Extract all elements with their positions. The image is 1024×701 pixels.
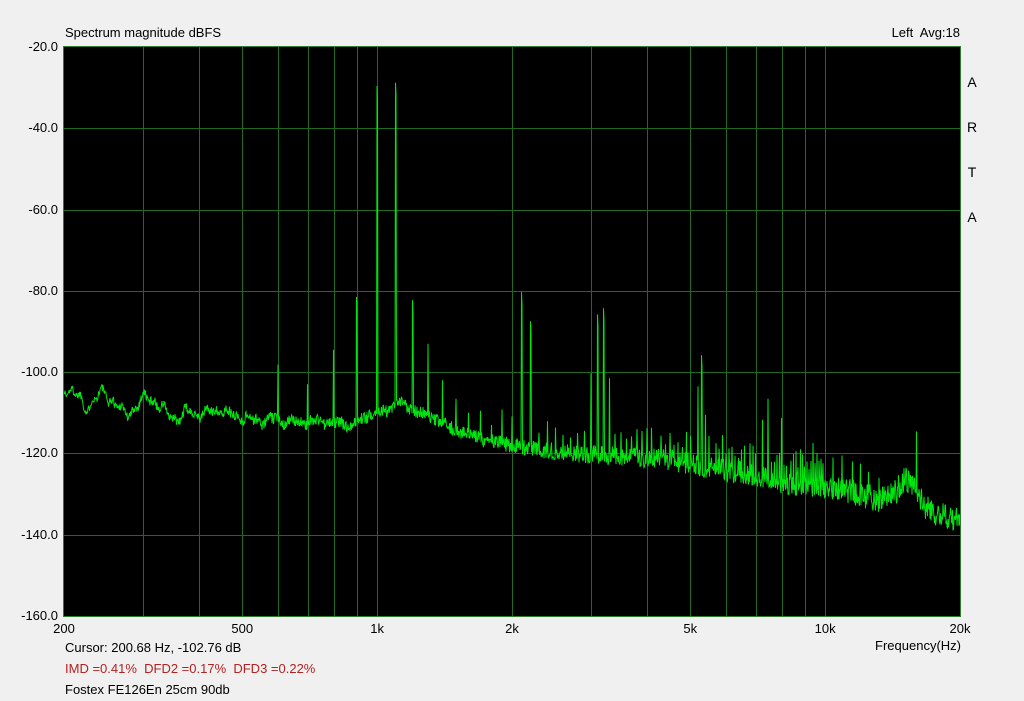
- y-tick-label: -120.0: [21, 445, 58, 461]
- arta-letter: A: [967, 209, 977, 225]
- y-tick-label: -160.0: [21, 608, 58, 623]
- cursor-readout: Cursor: 200.68 Hz, -102.76 dB: [65, 640, 242, 655]
- x-tick-label: 500: [231, 621, 254, 636]
- x-tick-label: 10k: [814, 621, 836, 636]
- y-tick-label: -100.0: [21, 364, 58, 380]
- y-tick-label: -140.0: [21, 526, 58, 542]
- y-tick-label: -80.0: [28, 282, 58, 298]
- arta-letter: R: [966, 119, 978, 135]
- x-tick-label: 1k: [370, 621, 384, 636]
- arta-letter: A: [967, 74, 977, 90]
- x-tick-label: 20k: [949, 621, 971, 636]
- plot-title: Spectrum magnitude dBFS: [65, 25, 222, 40]
- y-tick-label: -60.0: [28, 201, 58, 217]
- device-note: Fostex FE126En 25cm 90db: [65, 682, 230, 697]
- imd-distortion-readout: IMD =0.41% DFD2 =0.17% DFD3 =0.22%: [65, 661, 316, 676]
- arta-logo-vertical: A R T A: [962, 45, 982, 255]
- y-tick-label: -40.0: [28, 120, 58, 136]
- arta-spectrum-window: Spectrum magnitude dBFS Left Avg:18 A R …: [0, 0, 1024, 701]
- x-tick-label: 200: [53, 621, 75, 636]
- x-tick-label: 5k: [683, 621, 698, 636]
- channel-average-label: Left Avg:18: [891, 25, 960, 40]
- grid-lines: [64, 47, 960, 616]
- x-tick-label: 2k: [505, 621, 519, 636]
- spectrum-plot-area[interactable]: [63, 46, 961, 617]
- x-axis-title: Frequency(Hz): [875, 638, 961, 653]
- y-tick-label: -20.0: [28, 39, 58, 54]
- arta-letter: T: [967, 164, 977, 180]
